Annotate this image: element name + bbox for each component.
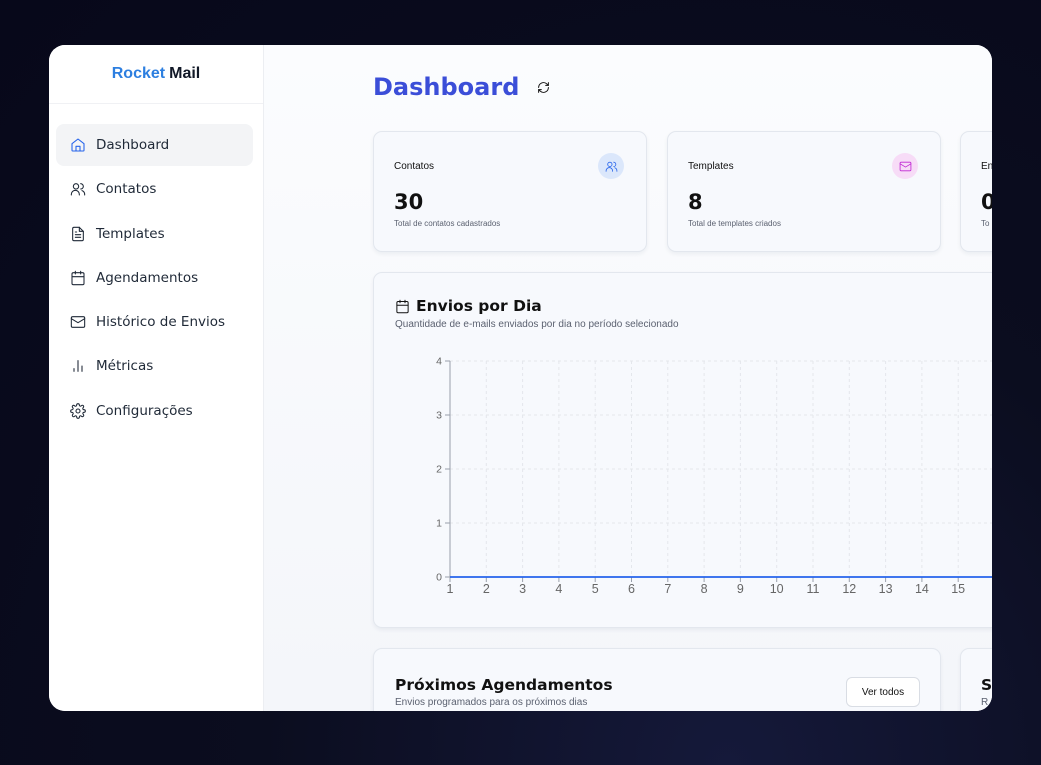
sidebar-item-label: Dashboard	[96, 137, 170, 153]
main-content: Dashboard Contatos 30 Total de contatos …	[264, 45, 992, 711]
y-tick-label: 4	[436, 356, 442, 368]
page-title: Dashboard	[373, 73, 520, 101]
x-tick-label: 14	[915, 582, 929, 596]
refresh-icon[interactable]	[537, 80, 551, 94]
x-tick-label: 9	[737, 582, 744, 596]
x-tick-label: 11	[807, 582, 820, 596]
x-tick-label: 13	[879, 582, 893, 596]
y-tick-label: 3	[436, 410, 442, 422]
brand-name-part1: Rocket	[111, 65, 166, 82]
stat-value: 0	[981, 190, 992, 214]
stat-description: Total de templates criados	[688, 219, 781, 228]
side-panel-subtitle: R	[981, 697, 989, 708]
x-tick-label: 1	[447, 582, 454, 596]
stat-description: To	[981, 219, 990, 228]
x-tick-label: 7	[664, 582, 671, 596]
gear-icon	[69, 402, 87, 420]
view-all-button[interactable]: Ver todos	[846, 677, 920, 707]
bar-chart-icon	[69, 357, 87, 375]
sidebar-item-label: Contatos	[96, 181, 157, 198]
sidebar-item-label: Histórico de Envios	[96, 314, 226, 331]
sidebar-item-contatos[interactable]: Contatos	[56, 168, 253, 210]
x-tick-label: 12	[842, 582, 856, 596]
x-tick-label: 3	[519, 582, 526, 596]
x-tick-label: 2	[483, 582, 490, 596]
users-icon	[69, 180, 87, 198]
brand-logo[interactable]: Rocket Mail	[49, 45, 263, 104]
y-tick-label: 0	[436, 572, 442, 584]
sidebar-item-label: Métricas	[96, 358, 154, 375]
sidebar-item-historico[interactable]: Histórico de Envios	[56, 301, 253, 343]
stat-value: 8	[688, 190, 703, 214]
sidebar-item-metricas[interactable]: Métricas	[56, 345, 253, 387]
home-icon	[69, 136, 87, 154]
stat-card-envios: En 0 To	[960, 131, 992, 252]
y-tick-label: 1	[436, 518, 442, 530]
line-chart: 012341 2 3 4 5 6 7 8 9 10 11 12 13 14 15	[436, 356, 992, 596]
mail-icon	[69, 313, 87, 331]
brand-name-part2: Mail	[169, 65, 201, 82]
y-tick-label: 2	[436, 464, 442, 476]
x-tick-label: 6	[628, 582, 635, 596]
x-tick-label: 5	[592, 582, 599, 596]
stat-description: Total de contatos cadastrados	[394, 219, 501, 228]
sidebar-item-label: Templates	[96, 225, 165, 242]
sidebar-item-templates[interactable]: Templates	[56, 213, 253, 255]
chart-card: Envios por Dia Quantidade de e-mails env…	[373, 272, 992, 628]
sidebar-item-label: Agendamentos	[96, 269, 199, 286]
schedule-card: Próximos Agendamentos Envios programados…	[373, 648, 941, 711]
side-panel-card: S R	[960, 648, 992, 711]
file-text-icon	[69, 225, 87, 243]
stat-value: 30	[394, 190, 424, 214]
page-header: Dashboard	[373, 73, 551, 101]
sidebar-item-dashboard[interactable]: Dashboard	[56, 124, 253, 166]
sidebar-item-configuracoes[interactable]: Configurações	[56, 390, 253, 432]
side-panel-title: S	[981, 676, 992, 694]
x-tick-label: 4	[555, 582, 562, 596]
sidebar-item-agendamentos[interactable]: Agendamentos	[56, 257, 253, 299]
stat-label: Templates	[688, 161, 734, 172]
stat-card-contatos: Contatos 30 Total de contatos cadastrado…	[373, 131, 647, 252]
mail-icon	[892, 153, 918, 179]
schedule-title: Próximos Agendamentos	[395, 676, 613, 694]
stat-label: Contatos	[394, 161, 435, 172]
sidebar-nav: Dashboard Contatos Templates Agendamento…	[56, 124, 253, 434]
x-tick-label: 8	[701, 582, 708, 596]
sidebar: Rocket Mail Dashboard Contatos Templates…	[49, 45, 264, 711]
app-window: Rocket Mail Dashboard Contatos Templates…	[49, 45, 992, 711]
x-tick-label: 15	[951, 582, 965, 596]
schedule-subtitle: Envios programados para os próximos dias	[395, 697, 588, 708]
calendar-icon	[69, 269, 87, 287]
stat-card-templates: Templates 8 Total de templates criados	[667, 131, 941, 252]
sidebar-item-label: Configurações	[96, 402, 193, 419]
x-tick-label: 10	[770, 582, 784, 596]
users-icon	[598, 153, 624, 179]
stat-label: En	[981, 161, 992, 172]
